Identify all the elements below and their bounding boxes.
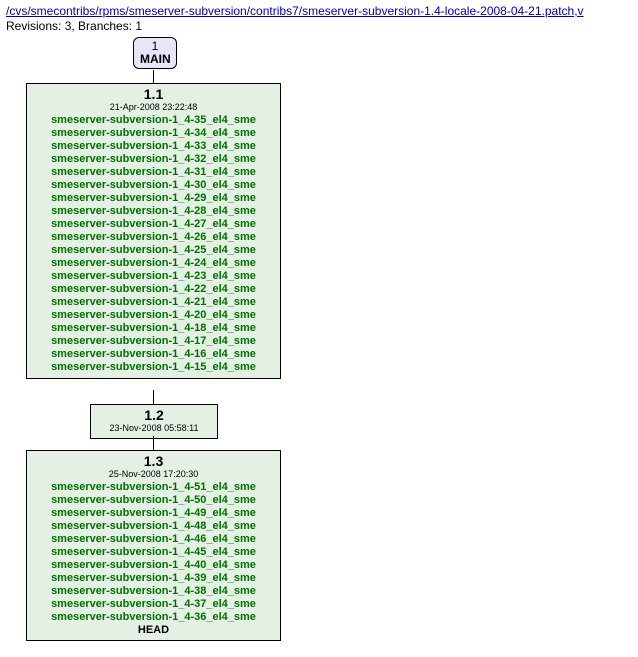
revision-tag: smeserver-subversion-1_4-35_el4_sme [27, 114, 280, 127]
branch-main-box[interactable]: 1 MAIN [133, 37, 177, 69]
connector-line-2 [153, 390, 154, 404]
branch-name: MAIN [140, 53, 170, 66]
connector-line-3 [153, 436, 154, 450]
revision-tag: smeserver-subversion-1_4-37_el4_sme [27, 598, 280, 611]
revision-tag: smeserver-subversion-1_4-29_el4_sme [27, 192, 280, 205]
revision-tag: smeserver-subversion-1_4-34_el4_sme [27, 127, 280, 140]
revision-tag: smeserver-subversion-1_4-26_el4_sme [27, 231, 280, 244]
revision-tag: smeserver-subversion-1_4-24_el4_sme [27, 257, 280, 270]
revision-tag: smeserver-subversion-1_4-21_el4_sme [27, 296, 280, 309]
revision-number: 1.3 [27, 453, 280, 469]
diagram-canvas: /cvs/smecontribs/rpms/smeserver-subversi… [0, 0, 638, 657]
revision-tag: smeserver-subversion-1_4-32_el4_sme [27, 153, 280, 166]
revision-tag: smeserver-subversion-1_4-18_el4_sme [27, 322, 280, 335]
revision-tag: smeserver-subversion-1_4-39_el4_sme [27, 572, 280, 585]
head-label: HEAD [27, 624, 280, 636]
revision-tag: smeserver-subversion-1_4-40_el4_sme [27, 559, 280, 572]
revision-1-2-box[interactable]: 1.2 23-Nov-2008 05:58:11 [90, 404, 218, 439]
revision-tag: smeserver-subversion-1_4-15_el4_sme [27, 361, 280, 374]
revision-date: 23-Nov-2008 05:58:11 [91, 423, 217, 433]
revision-tag: smeserver-subversion-1_4-50_el4_sme [27, 494, 280, 507]
revision-date: 25-Nov-2008 17:20:30 [27, 469, 280, 479]
revision-tag: smeserver-subversion-1_4-46_el4_sme [27, 533, 280, 546]
revision-tag: smeserver-subversion-1_4-16_el4_sme [27, 348, 280, 361]
connector-line-1 [153, 70, 154, 83]
revision-date: 21-Apr-2008 23:22:48 [27, 102, 280, 112]
revision-tag: smeserver-subversion-1_4-28_el4_sme [27, 205, 280, 218]
revision-1-3-box[interactable]: 1.3 25-Nov-2008 17:20:30 smeserver-subve… [26, 450, 281, 641]
file-path[interactable]: /cvs/smecontribs/rpms/smeserver-subversi… [6, 4, 584, 18]
revision-tag: smeserver-subversion-1_4-38_el4_sme [27, 585, 280, 598]
revision-number: 1.2 [91, 407, 217, 423]
revision-tag: smeserver-subversion-1_4-51_el4_sme [27, 481, 280, 494]
revision-tag: smeserver-subversion-1_4-22_el4_sme [27, 283, 280, 296]
revision-tag: smeserver-subversion-1_4-49_el4_sme [27, 507, 280, 520]
revision-tag: smeserver-subversion-1_4-17_el4_sme [27, 335, 280, 348]
revision-tag: smeserver-subversion-1_4-20_el4_sme [27, 309, 280, 322]
revision-tag: smeserver-subversion-1_4-48_el4_sme [27, 520, 280, 533]
revision-number: 1.1 [27, 86, 280, 102]
revision-tag: smeserver-subversion-1_4-25_el4_sme [27, 244, 280, 257]
revision-tag: smeserver-subversion-1_4-45_el4_sme [27, 546, 280, 559]
revision-tag: smeserver-subversion-1_4-23_el4_sme [27, 270, 280, 283]
revision-tag: smeserver-subversion-1_4-27_el4_sme [27, 218, 280, 231]
revision-tag: smeserver-subversion-1_4-30_el4_sme [27, 179, 280, 192]
revisions-summary: Revisions: 3, Branches: 1 [6, 19, 142, 33]
revision-tag: smeserver-subversion-1_4-36_el4_sme [27, 611, 280, 624]
header-block: /cvs/smecontribs/rpms/smeserver-subversi… [6, 4, 584, 34]
revision-tag: smeserver-subversion-1_4-33_el4_sme [27, 140, 280, 153]
revision-1-1-box[interactable]: 1.1 21-Apr-2008 23:22:48 smeserver-subve… [26, 83, 281, 379]
revision-tag: smeserver-subversion-1_4-31_el4_sme [27, 166, 280, 179]
